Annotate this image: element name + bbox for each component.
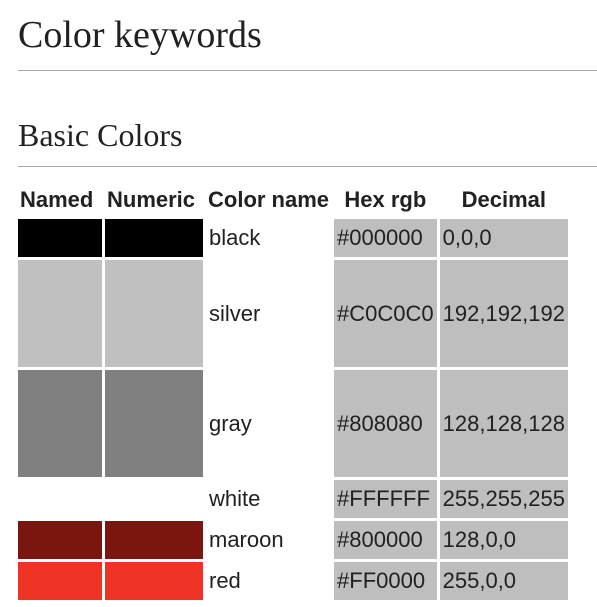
decimal-cell: 0,0,0 [439,219,568,257]
named-color-swatch [18,521,102,559]
table-row: red #FF0000 255,0,0 [18,562,568,600]
table-row: maroon #800000 128,0,0 [18,521,568,559]
table-row: black #000000 0,0,0 [18,219,568,257]
named-color-swatch [18,562,102,600]
named-color-swatch [18,480,102,518]
decimal-cell: 128,128,128 [439,370,568,477]
page-content: Color keywords Basic Colors Named Numeri… [18,0,597,603]
colors-table: Named Numeric Color name Hex rgb Decimal… [15,179,571,603]
decimal-cell: 192,192,192 [439,260,568,367]
hex-cell: #C0C0C0 [334,260,437,367]
header-row: Named Numeric Color name Hex rgb Decimal [18,182,568,216]
numeric-color-swatch [105,480,203,518]
hex-cell: #808080 [334,370,437,477]
numeric-color-swatch [105,521,203,559]
color-name-cell: silver [209,300,261,326]
color-name-cell: black [209,225,261,250]
color-name-cell: gray [209,410,252,436]
numeric-color-swatch [105,562,203,600]
header-color-name: Color name [208,187,330,212]
page-title: Color keywords [18,0,597,71]
color-name-cell: white [209,486,261,511]
hex-cell: #800000 [334,521,437,559]
header-hex: Hex rgb [344,187,427,212]
header-named: Named [20,187,94,212]
hex-cell: #000000 [334,219,437,257]
hex-cell: #FF0000 [334,562,437,600]
table-row: gray #808080 128,128,128 [18,370,568,477]
decimal-cell: 128,0,0 [439,521,568,559]
numeric-color-swatch [105,219,203,257]
numeric-color-swatch [105,370,203,477]
color-name-cell: maroon [209,527,284,552]
decimal-cell: 255,0,0 [439,562,568,600]
decimal-cell: 255,255,255 [439,480,568,518]
named-color-swatch [18,260,102,367]
hex-cell: #FFFFFF [334,480,437,518]
named-color-swatch [18,370,102,477]
section-heading: Basic Colors [18,113,597,167]
numeric-color-swatch [105,260,203,367]
color-name-cell: red [209,568,241,593]
named-color-swatch [18,219,102,257]
header-numeric: Numeric [107,187,196,212]
table-row: white #FFFFFF 255,255,255 [18,480,568,518]
header-decimal: Decimal [461,187,546,212]
table-row: silver #C0C0C0 192,192,192 [18,260,568,367]
